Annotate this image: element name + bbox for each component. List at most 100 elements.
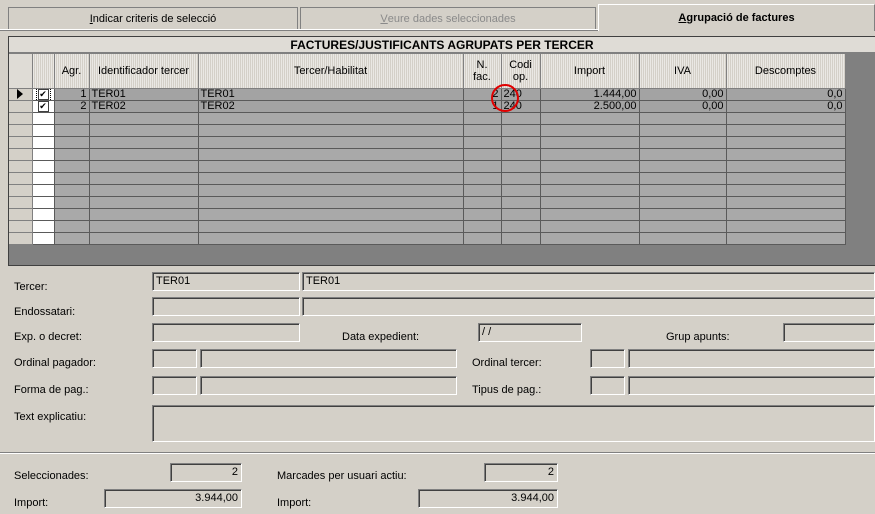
row-check-cell[interactable]	[32, 196, 55, 210]
col-nfac[interactable]: N. fac.	[463, 54, 502, 89]
cell-identificador[interactable]: TER02	[89, 100, 199, 114]
tab-agrupacio-label: grupació de factures	[686, 12, 795, 24]
endossatari-label: Endossatari:	[14, 306, 76, 318]
table-row-empty[interactable]	[9, 220, 846, 234]
row-check-cell[interactable]: ✔	[32, 100, 55, 114]
tab-agrupacio[interactable]: Agrupació de factures	[598, 4, 875, 31]
tab-criteris[interactable]: Indicar criteris de selecció	[8, 7, 298, 29]
col-agr[interactable]: Agr.	[54, 54, 90, 89]
separator	[0, 452, 875, 454]
table-row[interactable]: ✔ 1 TER01 TER01 2 240 1.444,00 0,00 0,0	[9, 88, 846, 101]
row-indicator	[9, 148, 33, 162]
tab-agrupacio-mnemonic: A	[678, 12, 687, 24]
text-explicatiu-field[interactable]	[152, 405, 875, 442]
seleccionades-value: 2	[170, 463, 242, 482]
grid-title: FACTURES/JUSTIFICANTS AGRUPATS PER TERCE…	[9, 37, 875, 53]
row-indicator	[9, 88, 33, 101]
tercer-name-field[interactable]: TER01	[302, 272, 875, 291]
forma-pag-label: Forma de pag.:	[14, 384, 89, 396]
import-marcades-value: 3.944,00	[418, 489, 558, 508]
row-indicator	[9, 172, 33, 186]
cell-agr[interactable]: 1	[54, 88, 90, 101]
tab-veure-label: eure dades seleccionades	[387, 12, 516, 25]
table-row-empty[interactable]	[9, 112, 846, 126]
row-indicator	[9, 208, 33, 222]
forma-pag-code-field[interactable]	[152, 376, 197, 395]
forma-pag-name-field[interactable]	[200, 376, 457, 395]
cell-import[interactable]: 2.500,00	[540, 100, 640, 114]
row-check-cell[interactable]	[32, 112, 55, 126]
ordinal-pagador-code-field[interactable]	[152, 349, 197, 368]
row-checkbox[interactable]: ✔	[37, 100, 49, 112]
current-row-arrow-icon	[17, 88, 24, 99]
tipus-pag-label: Tipus de pag.:	[472, 384, 542, 396]
row-check-cell[interactable]	[32, 208, 55, 222]
factures-grid[interactable]: Agr. Identificador tercer Tercer/Habilit…	[9, 54, 846, 246]
endossatari-name-field[interactable]	[302, 297, 875, 316]
col-codi[interactable]: Codi op.	[501, 54, 541, 89]
ordinal-tercer-label: Ordinal tercer:	[472, 357, 542, 369]
cell-iva[interactable]: 0,00	[639, 88, 727, 101]
col-identificador[interactable]: Identificador tercer	[89, 54, 199, 89]
row-check-cell[interactable]	[32, 172, 55, 186]
col-iva[interactable]: IVA	[639, 54, 727, 89]
table-row-empty[interactable]	[9, 148, 846, 162]
cell-descomptes[interactable]: 0,0	[726, 88, 846, 101]
row-check-cell[interactable]	[32, 160, 55, 174]
exp-decret-label: Exp. o decret:	[14, 331, 82, 343]
tab-criteris-label: ndicar criteris de selecció	[92, 12, 217, 25]
row-check-cell[interactable]	[32, 184, 55, 198]
row-check-cell[interactable]	[32, 136, 55, 150]
table-row-empty[interactable]	[9, 184, 846, 198]
table-row-empty[interactable]	[9, 232, 846, 246]
row-indicator	[9, 136, 33, 150]
row-check-cell[interactable]	[32, 124, 55, 138]
ordinal-tercer-name-field[interactable]	[628, 349, 875, 368]
row-indicator	[9, 100, 33, 114]
tab-veure-dades[interactable]: Veure dades seleccionades	[300, 7, 596, 29]
grid-header-row: Agr. Identificador tercer Tercer/Habilit…	[9, 54, 846, 89]
row-check-cell[interactable]	[32, 148, 55, 162]
cell-agr[interactable]: 2	[54, 100, 90, 114]
ordinal-pagador-label: Ordinal pagador:	[14, 357, 96, 369]
data-expedient-field[interactable]: / /	[478, 323, 582, 342]
row-check-cell[interactable]: ✔	[32, 88, 55, 101]
tipus-pag-name-field[interactable]	[628, 376, 875, 395]
import-label: Import:	[14, 497, 49, 509]
tercer-label: Tercer:	[14, 281, 48, 293]
grup-apunts-label: Grup apunts:	[666, 331, 730, 343]
row-check-cell[interactable]	[32, 220, 55, 234]
tab-veure-mnemonic: V	[380, 12, 388, 25]
cell-iva[interactable]: 0,00	[639, 100, 727, 114]
cell-tercer[interactable]: TER01	[198, 88, 464, 101]
table-row-empty[interactable]	[9, 172, 846, 186]
import2-label: Import:	[277, 497, 312, 509]
ordinal-pagador-name-field[interactable]	[200, 349, 457, 368]
exp-decret-field[interactable]	[152, 323, 300, 342]
grup-apunts-field[interactable]	[783, 323, 875, 342]
col-indicator	[9, 54, 33, 89]
table-row-empty[interactable]	[9, 136, 846, 150]
highlight-circle-annotation	[491, 84, 519, 112]
tercer-code-field[interactable]: TER01	[152, 272, 300, 291]
seleccionades-label: Seleccionades:	[14, 470, 89, 482]
cell-import[interactable]: 1.444,00	[540, 88, 640, 101]
cell-tercer[interactable]: TER02	[198, 100, 464, 114]
cell-descomptes[interactable]: 0,0	[726, 100, 846, 114]
table-row-empty[interactable]	[9, 124, 846, 138]
text-explicatiu-label: Text explicatiu:	[14, 411, 87, 423]
row-check-cell[interactable]	[32, 232, 55, 246]
cell-identificador[interactable]: TER01	[89, 88, 199, 101]
col-descomptes[interactable]: Descomptes	[726, 54, 846, 89]
col-import[interactable]: Import	[540, 54, 640, 89]
table-row[interactable]: ✔ 2 TER02 TER02 1 240 2.500,00 0,00 0,0	[9, 100, 846, 114]
row-indicator	[9, 196, 33, 210]
table-row-empty[interactable]	[9, 208, 846, 222]
row-checkbox[interactable]: ✔	[35, 88, 51, 100]
tipus-pag-code-field[interactable]	[590, 376, 625, 395]
ordinal-tercer-code-field[interactable]	[590, 349, 625, 368]
table-row-empty[interactable]	[9, 196, 846, 210]
col-tercer[interactable]: Tercer/Habilitat	[198, 54, 464, 89]
table-row-empty[interactable]	[9, 160, 846, 174]
endossatari-code-field[interactable]	[152, 297, 300, 316]
